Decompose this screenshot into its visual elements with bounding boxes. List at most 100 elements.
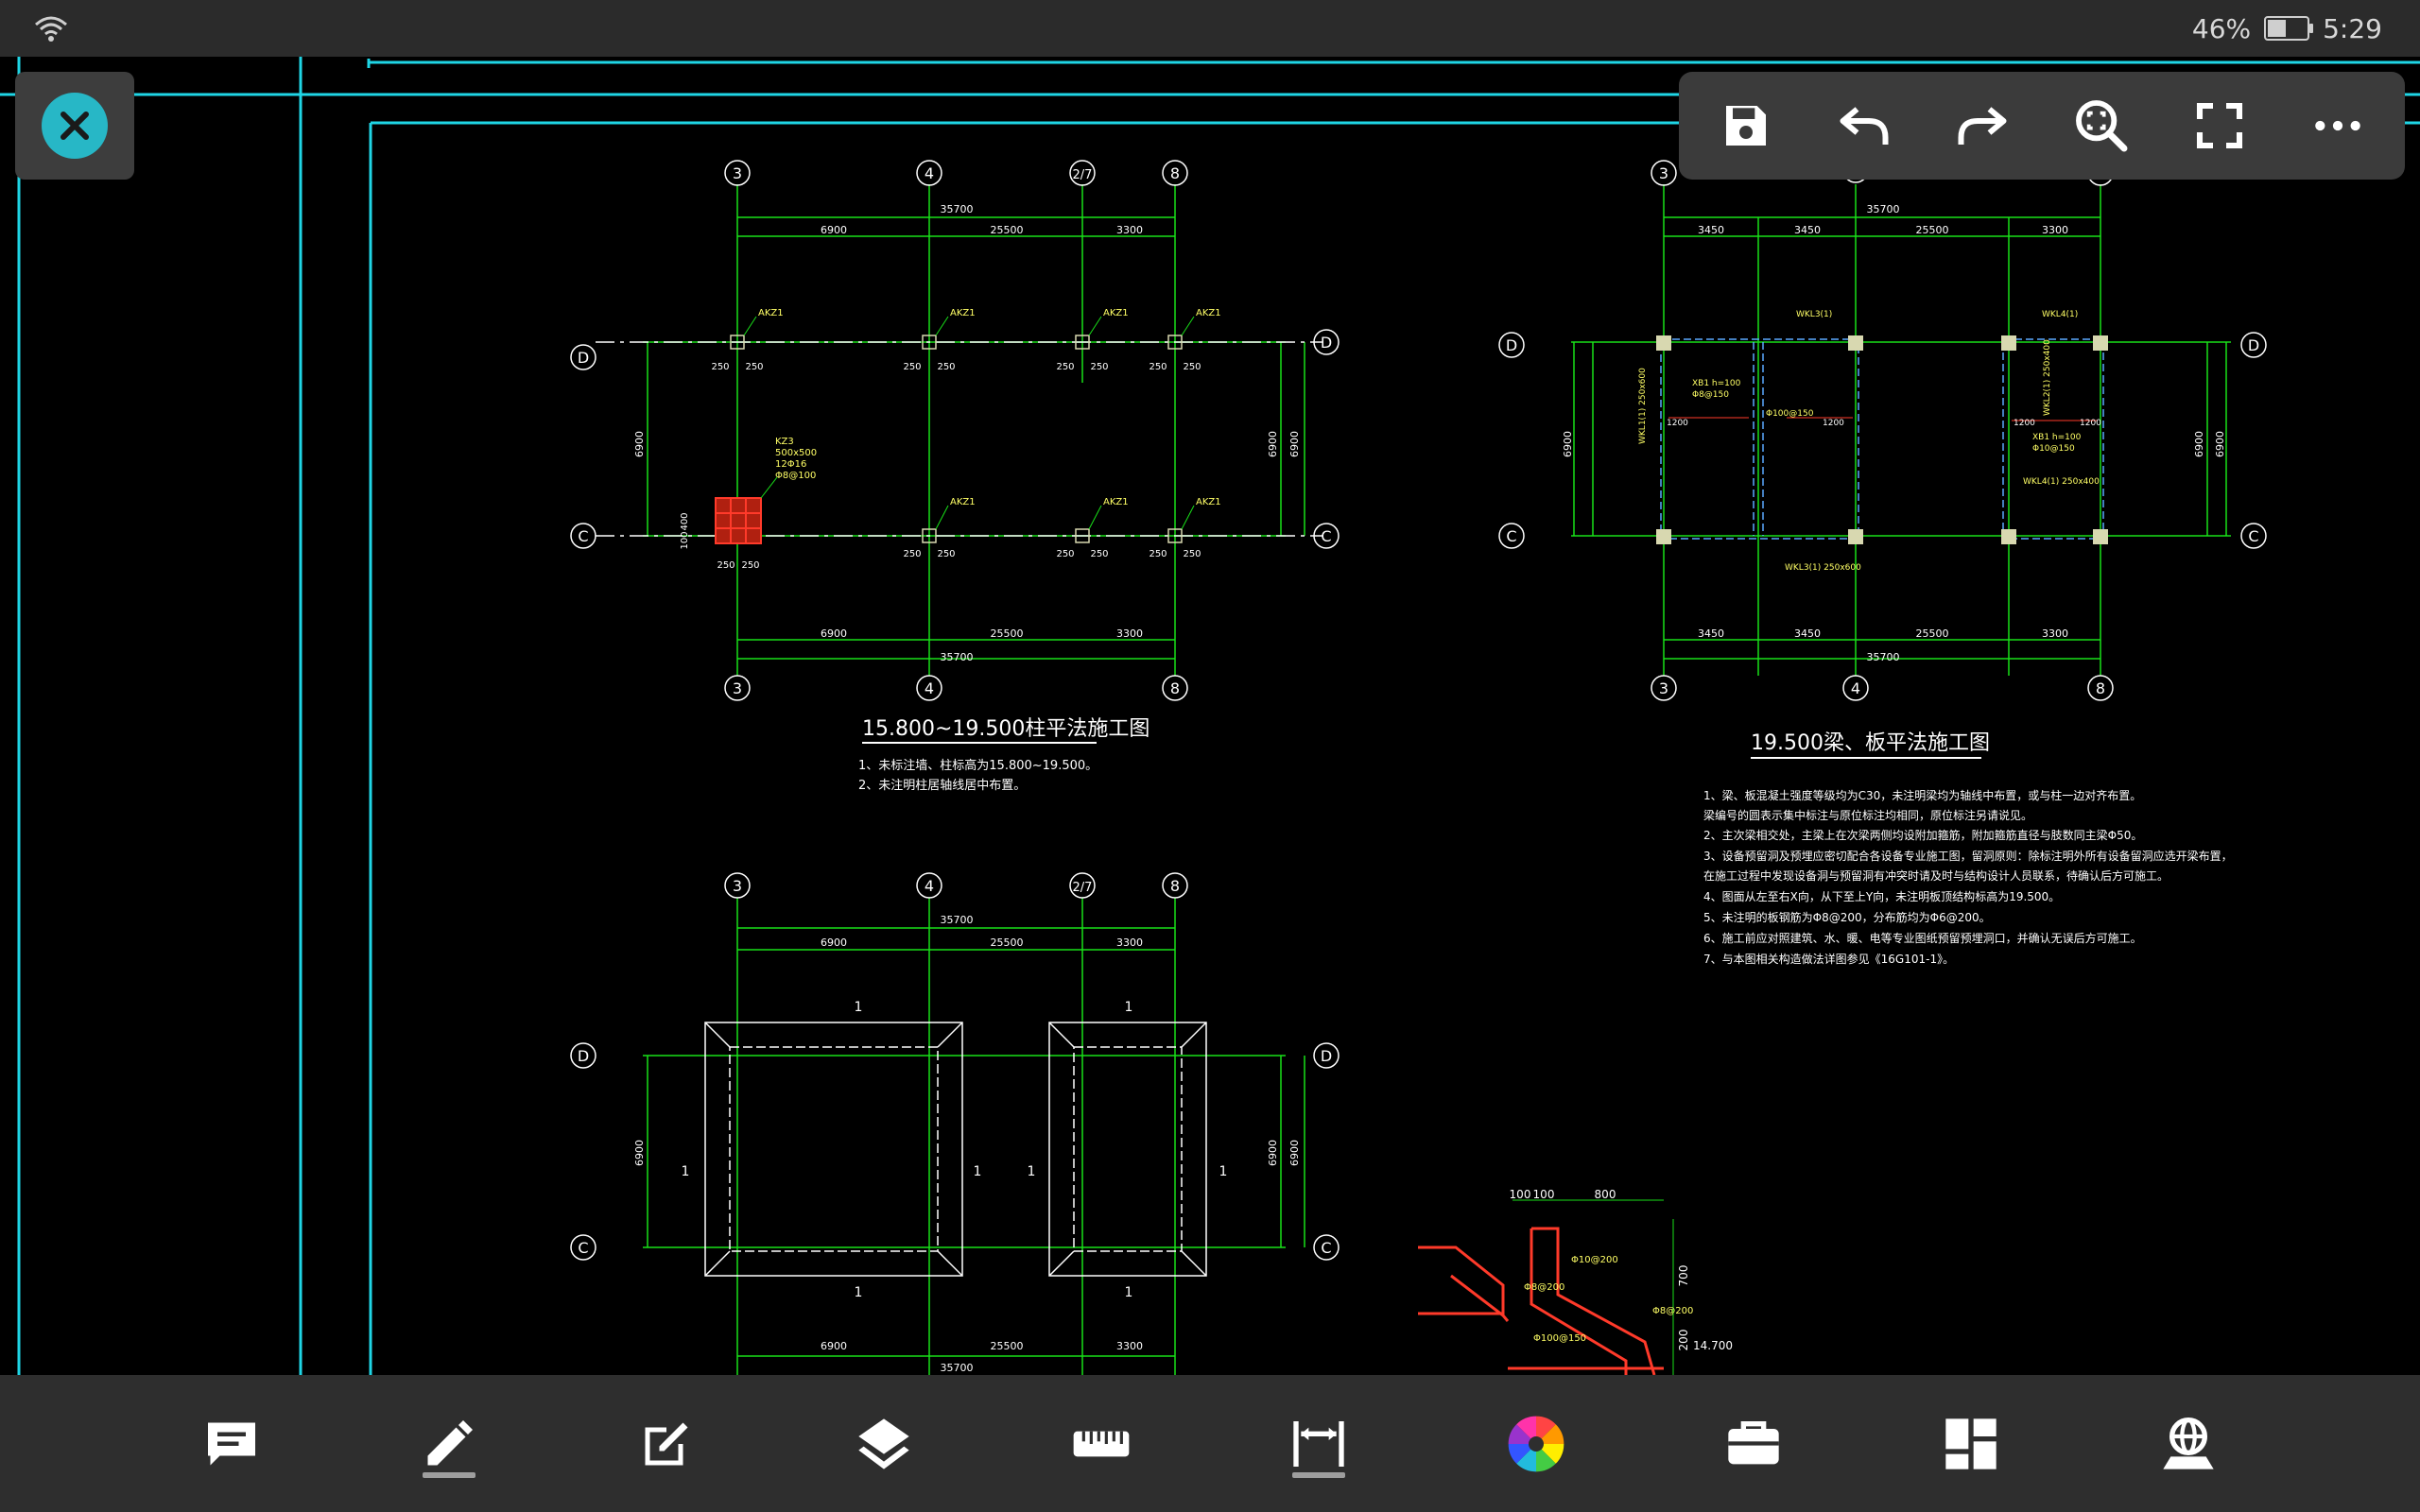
v3-dim-3: 3300: [1116, 936, 1143, 949]
dim-250: 250: [1183, 549, 1201, 559]
dimension-button[interactable]: [1271, 1397, 1366, 1491]
v2-label: Φ8@150: [1692, 390, 1729, 400]
pen-button[interactable]: [402, 1397, 496, 1491]
redo-button[interactable]: [1940, 83, 2025, 168]
detail-dim: 800: [1595, 1188, 1616, 1201]
akz1-label: AKZ1: [758, 308, 784, 318]
drawing-canvas[interactable]: 3 4 2/7 8 3 4 8 D C D C 35700 6900 25500…: [0, 57, 2420, 1375]
v2-label: WKL3(1): [1796, 310, 1832, 319]
v2-axis-c-right: C: [2248, 527, 2258, 545]
v2-dim-1200: 1200: [2080, 419, 2101, 428]
dim-250: 250: [717, 560, 735, 571]
view1-title: 15.800~19.500柱平法施工图: [862, 717, 1150, 741]
axis-27-top: 2/7: [1073, 168, 1093, 182]
beam-slab-plan-view: 3 3 4 8 D C D C 35700 3450 3450 25500 33…: [1498, 157, 2267, 966]
view2-note-7: 5、未注明的板钢筋为Φ8@200，分布筋均为Φ6@200。: [1703, 910, 1991, 924]
dim-3-bottom: 3300: [1116, 627, 1143, 640]
section-mark: 1: [855, 1285, 863, 1300]
v2-dim-side-left: 6900: [1562, 431, 1574, 457]
v2-dim-1: 3450: [1698, 224, 1724, 236]
kz3-stirrup: Φ8@100: [775, 471, 816, 481]
color-wheel-icon: [1508, 1416, 1564, 1471]
axis-c-left: C: [578, 527, 588, 545]
view2-note-3: 2、主次梁相交处，主梁上在次梁两侧均设附加箍筋，附加箍筋直径与肢数同主梁Φ50。: [1703, 828, 2142, 842]
dim-250: 250: [903, 549, 921, 559]
v3-axis-c-right: C: [1321, 1239, 1331, 1257]
kz3-size: 500x500: [775, 448, 817, 458]
v3-axis-d-left: D: [578, 1047, 589, 1065]
v3-dim-total-top: 35700: [941, 914, 974, 926]
v2-dim-side-right: 6900: [2193, 431, 2205, 457]
v2-label: WKL1(1) 250x600: [1638, 368, 1648, 444]
dim-250: 250: [1090, 549, 1108, 559]
kz3-label: KZ3: [775, 437, 794, 447]
dim-250: 250: [711, 362, 729, 372]
v2-dim-4b: 3300: [2042, 627, 2068, 640]
section-mark: 1: [974, 1164, 982, 1179]
dim-250: 250: [741, 560, 759, 571]
view2-note-6: 4、图面从左至右X向，从下至上Y向，未注明板顶结构标高为19.500。: [1703, 889, 2060, 903]
section-mark: 1: [1125, 1000, 1133, 1015]
v3-axis-27: 2/7: [1073, 881, 1093, 895]
view2-note-2: 梁编号的圆表示集中标注与原位标注均相同，原位标注另请说见。: [1703, 808, 2032, 822]
v3-dim-2: 25500: [991, 936, 1024, 949]
save-button[interactable]: [1703, 83, 1789, 168]
color-button[interactable]: [1489, 1397, 1583, 1491]
v2-axis-3-top: 3: [1659, 164, 1668, 182]
dim-400: 400: [680, 512, 690, 530]
akz1-label: AKZ1: [1196, 308, 1221, 318]
v2-label: Φ10@150: [2032, 444, 2075, 454]
fullscreen-button[interactable]: [2177, 83, 2262, 168]
v3-dim-side-right: 6900: [1267, 1140, 1279, 1166]
layout-button[interactable]: [1924, 1397, 2018, 1491]
v3-dim-total-bottom: 35700: [941, 1362, 974, 1374]
top-toolbar: [1679, 72, 2405, 180]
layers-button[interactable]: [837, 1397, 931, 1491]
v3-dim-side-right2: 6900: [1288, 1140, 1301, 1166]
dimension-selected-indicator: [1292, 1471, 1345, 1478]
dim-total-top: 35700: [941, 203, 974, 215]
akz1-label: AKZ1: [1196, 497, 1221, 507]
view2-note-4: 3、设备预留洞及预埋应密切配合各设备专业施工图，留洞原则：除标注明外所有设备留洞…: [1703, 849, 2233, 863]
edit-button[interactable]: [619, 1397, 714, 1491]
close-button[interactable]: [15, 72, 134, 180]
detail-dim: 100: [1510, 1188, 1531, 1201]
more-icon: [2315, 120, 2361, 131]
v3-dim-2b: 25500: [991, 1340, 1024, 1352]
cad-drawing[interactable]: 3 4 2/7 8 3 4 8 D C D C 35700 6900 25500…: [0, 57, 2420, 1375]
3d-view-button[interactable]: [2141, 1397, 2236, 1491]
ruler-button[interactable]: [1054, 1397, 1149, 1491]
comment-button[interactable]: [184, 1397, 279, 1491]
comment-icon: [208, 1422, 255, 1465]
battery-percent: 46%: [2191, 12, 2252, 44]
v2-dim-total-top: 35700: [1867, 203, 1900, 215]
v2-dim-1200: 1200: [1667, 419, 1688, 428]
dim-250: 250: [1149, 362, 1167, 372]
undo-button[interactable]: [1822, 83, 1907, 168]
v3-axis-8: 8: [1170, 877, 1180, 895]
dim-250: 250: [745, 362, 763, 372]
detail-dim: 700: [1677, 1265, 1690, 1287]
v2-axis-d-right: D: [2248, 336, 2259, 354]
v2-axis-8-bottom: 8: [2096, 679, 2105, 697]
axis-4-top: 4: [925, 164, 934, 182]
toolbox-button[interactable]: [1706, 1397, 1801, 1491]
detail-label: Φ10@200: [1571, 1255, 1618, 1265]
dim-250: 250: [1056, 549, 1074, 559]
dim-250: 250: [1090, 362, 1108, 372]
layout-icon: [1945, 1418, 1996, 1469]
redo-icon: [1958, 107, 2007, 145]
v3-axis-c-left: C: [578, 1239, 588, 1257]
v3-dim-3b: 3300: [1116, 1340, 1143, 1352]
more-button[interactable]: [2295, 83, 2380, 168]
section-mark: 1: [855, 1000, 863, 1015]
close-icon: [60, 112, 89, 140]
battery-icon: [2264, 16, 2314, 41]
axis-3-top: 3: [733, 164, 742, 182]
v2-label: WKL4(1): [2042, 310, 2078, 319]
akz1-label: AKZ1: [1103, 308, 1129, 318]
pen-selected-indicator: [423, 1471, 475, 1478]
dim-1-bottom: 6900: [821, 627, 847, 640]
dim-side-right: 6900: [1267, 431, 1279, 457]
zoom-extents-button[interactable]: [2059, 83, 2144, 168]
